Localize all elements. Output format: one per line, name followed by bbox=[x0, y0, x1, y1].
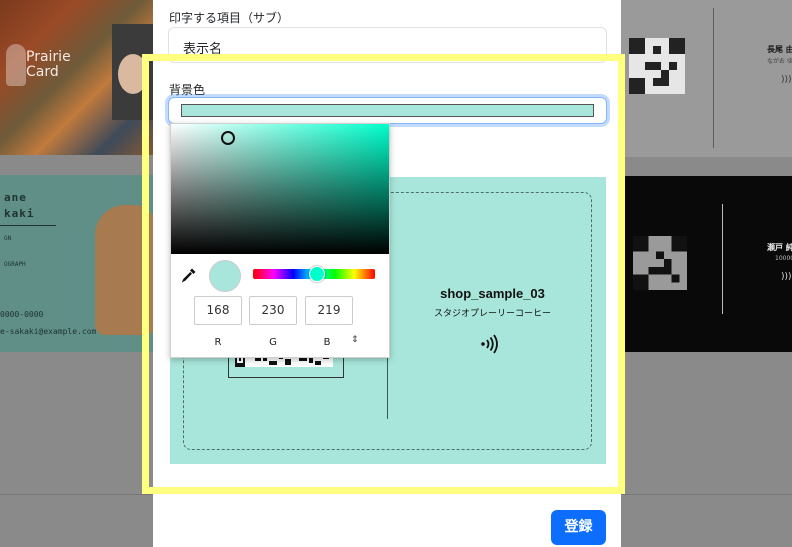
prairie-card-brand: Prairie Card bbox=[26, 49, 71, 80]
prairie-logo-icon bbox=[6, 44, 26, 86]
card-role-line1: GN bbox=[4, 235, 12, 242]
green-label: G bbox=[269, 337, 277, 348]
register-button[interactable]: 登録 bbox=[551, 510, 606, 545]
sub-item-value: 表示名 bbox=[183, 42, 223, 57]
card-rule bbox=[0, 225, 56, 226]
dog-photo bbox=[95, 205, 155, 335]
qr-code-icon bbox=[633, 236, 687, 290]
business-card-dog[interactable]: ane kaki GN OGRAPH 0000-0000 e-sakaki@ex… bbox=[0, 175, 155, 352]
shop-subtitle: スタジオプレーリーコーヒー bbox=[433, 309, 551, 319]
color-picker-popup: 168 230 219 R G B ⇕ bbox=[170, 123, 390, 358]
saturation-cursor[interactable] bbox=[221, 131, 235, 145]
business-card-prairie[interactable]: Prairie Card bbox=[0, 0, 160, 155]
card-name-line1: ane bbox=[4, 191, 27, 204]
card-divider bbox=[722, 204, 723, 314]
blue-value-input[interactable]: 219 bbox=[305, 296, 353, 325]
card-name-sub: 10000 bbox=[775, 255, 792, 262]
nfc-icon: ))) bbox=[781, 75, 792, 85]
background-color-swatch bbox=[181, 104, 594, 117]
red-value-input[interactable]: 168 bbox=[194, 296, 242, 325]
background-color-input[interactable] bbox=[168, 97, 607, 124]
red-label: R bbox=[214, 337, 222, 348]
sub-item-select[interactable]: 表示名 bbox=[168, 27, 607, 63]
blue-label: B bbox=[323, 337, 331, 348]
background-color-label: 背景色 bbox=[169, 83, 206, 97]
sub-item-label: 印字する項目（サブ） bbox=[169, 11, 290, 25]
business-card-nagao[interactable]: 長尾 由 ながお ゆ ))) bbox=[621, 0, 792, 157]
selected-color-dot bbox=[209, 260, 241, 292]
saturation-area[interactable] bbox=[171, 124, 389, 254]
color-mode-toggle-icon[interactable]: ⇕ bbox=[351, 335, 359, 345]
card-role-line2: OGRAPH bbox=[4, 261, 26, 268]
card-settings-modal: 印字する項目（サブ） 表示名 背景色 shop_sample_03 スタジオプレ… bbox=[153, 0, 621, 547]
shop-name: shop_sample_03 bbox=[440, 286, 545, 301]
eyedropper-icon[interactable] bbox=[181, 267, 197, 283]
card-name-line2: kaki bbox=[4, 207, 35, 220]
green-value-input[interactable]: 230 bbox=[249, 296, 297, 325]
card-phone: 0000-0000 bbox=[0, 310, 44, 319]
card-name: 長尾 由 bbox=[767, 45, 792, 54]
qr-code-icon bbox=[629, 38, 685, 94]
card-name-kana: ながお ゆ bbox=[767, 58, 792, 65]
card-divider bbox=[713, 8, 714, 148]
card-email: e-sakaki@example.com bbox=[0, 327, 97, 336]
nfc-icon: ))) bbox=[781, 272, 792, 282]
business-card-seto[interactable]: 瀬戸 純 10000 ))) bbox=[621, 176, 792, 352]
card-name: 瀬戸 純 bbox=[767, 243, 792, 252]
nfc-icon bbox=[481, 334, 498, 354]
hue-slider-thumb[interactable] bbox=[309, 266, 325, 282]
